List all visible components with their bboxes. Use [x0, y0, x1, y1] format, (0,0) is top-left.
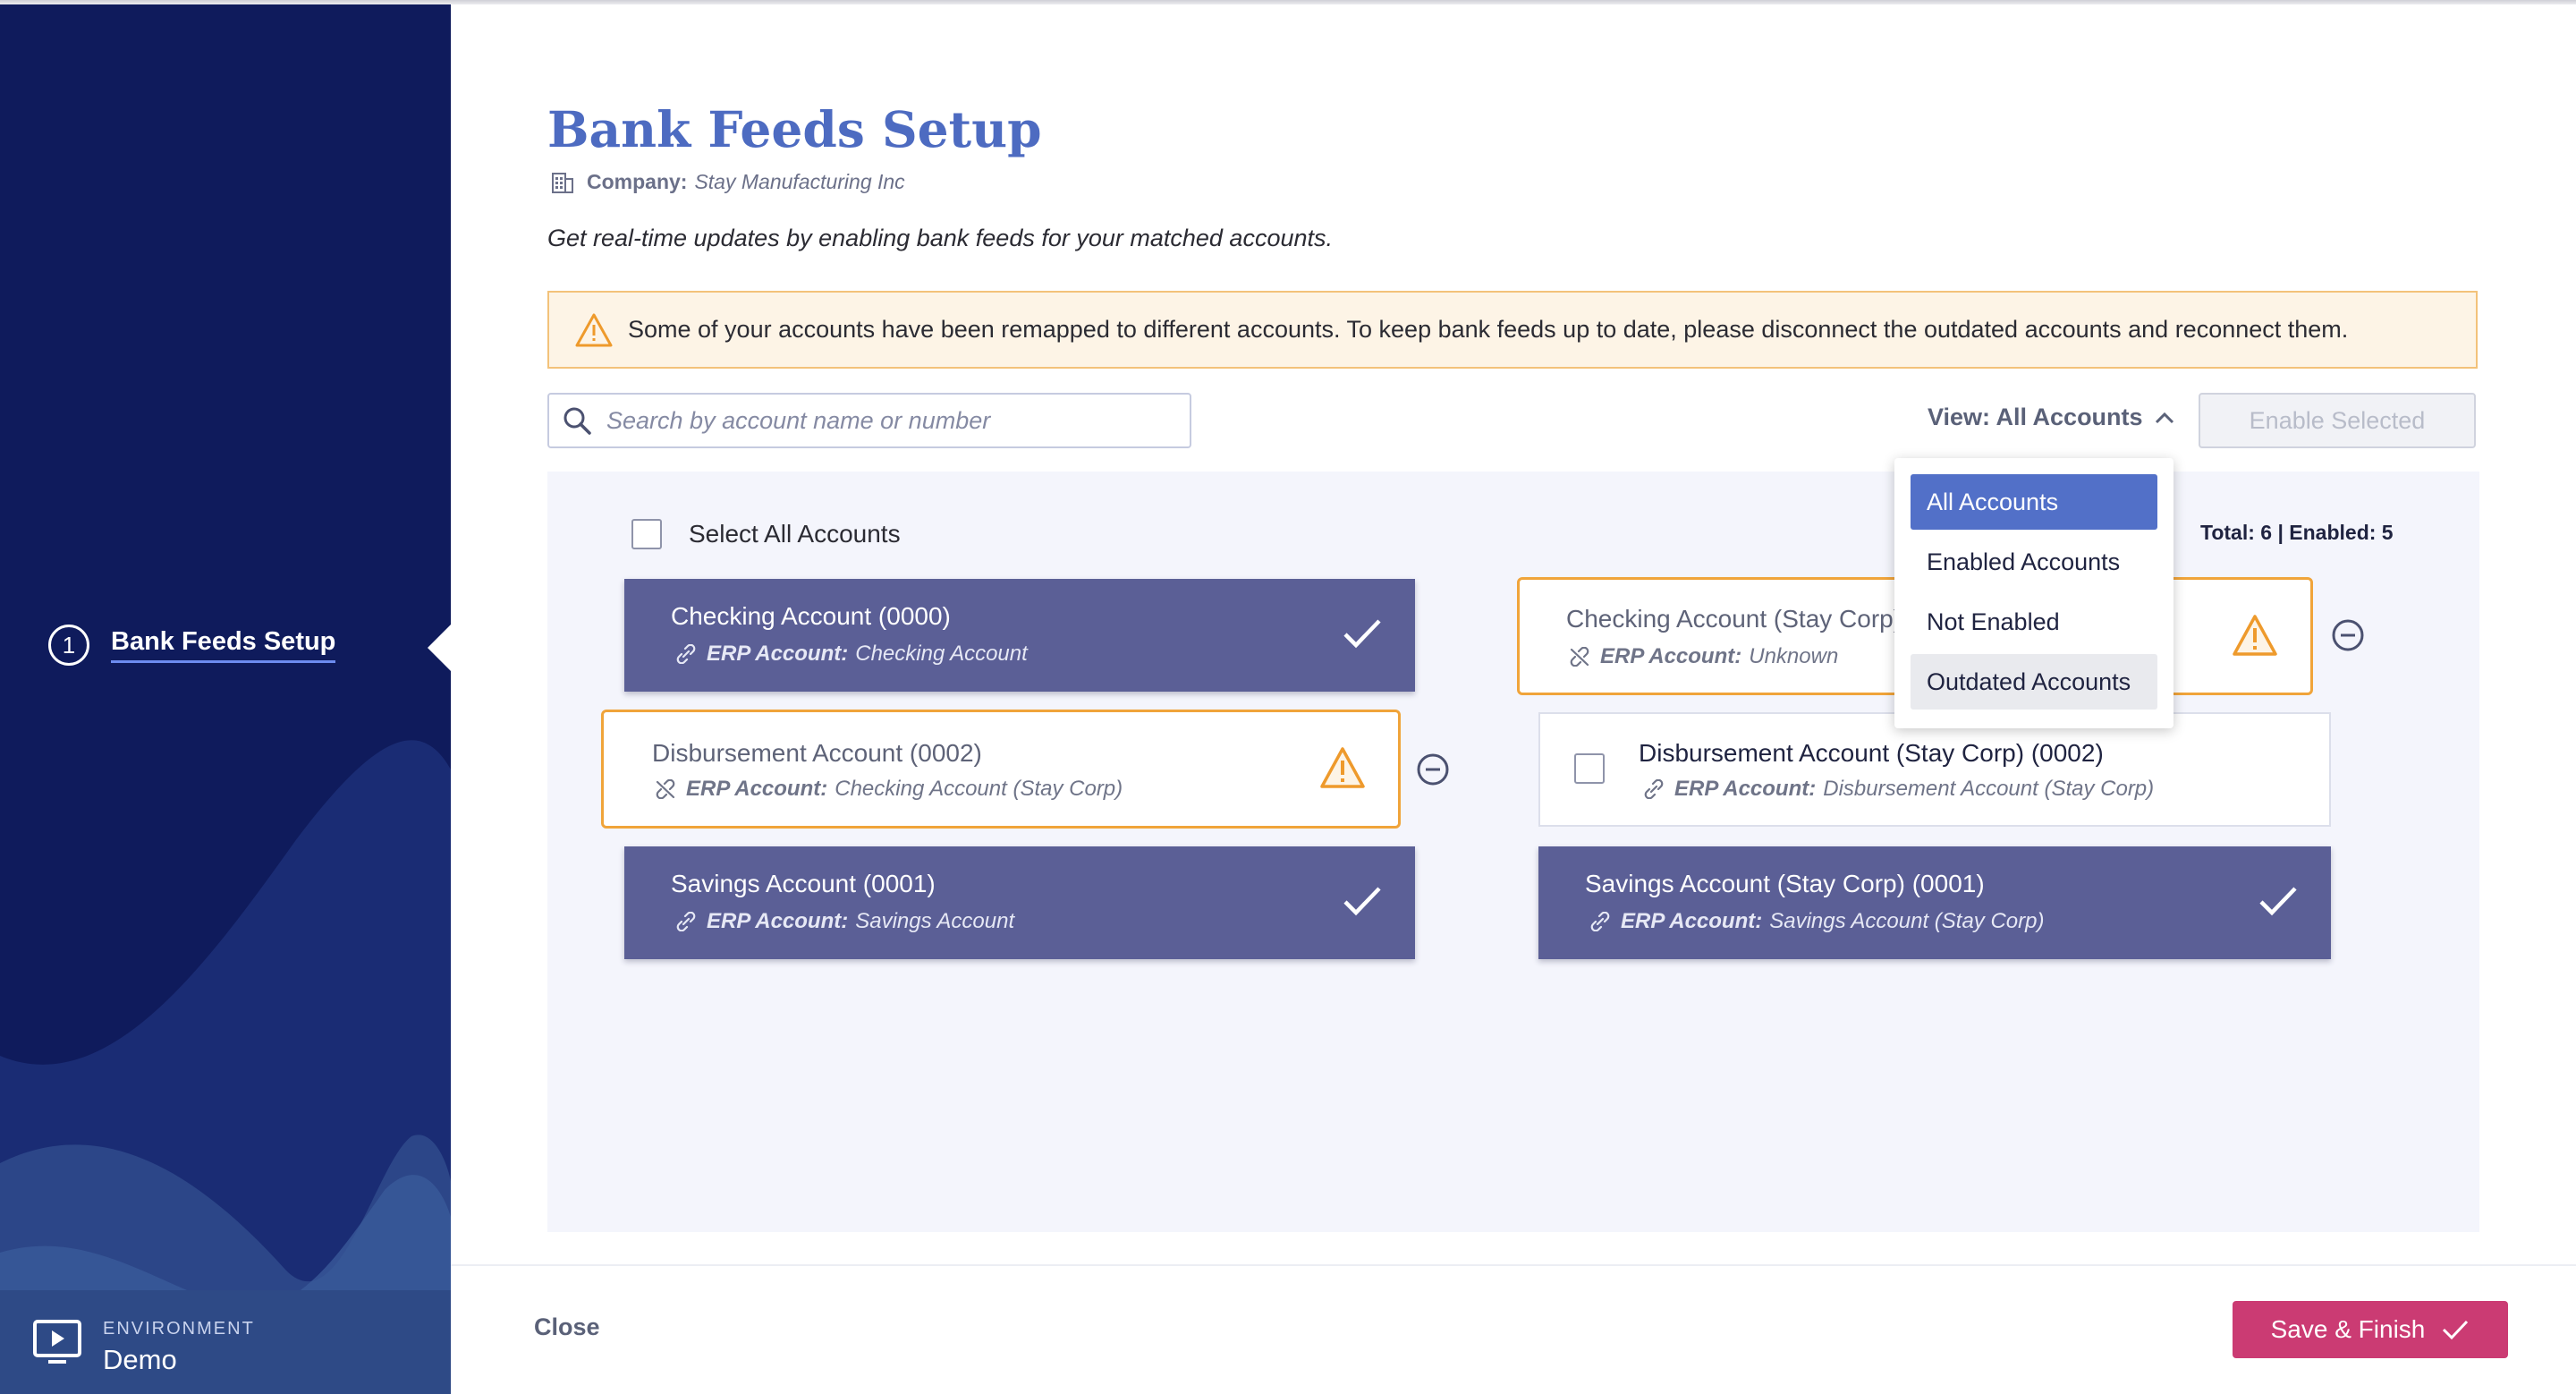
account-name: Disbursement Account (Stay Corp) (0002): [1639, 739, 2104, 767]
warning-triangle-icon: [1320, 747, 1365, 788]
building-icon: [552, 172, 573, 193]
account-card[interactable]: Checking Account (0000) ERP Account: Che…: [624, 579, 1415, 692]
minus-circle-icon[interactable]: [1416, 752, 1450, 786]
save-finish-label: Save & Finish: [2270, 1315, 2426, 1343]
environment-value: Demo: [103, 1344, 177, 1375]
account-card[interactable]: Savings Account (Stay Corp) (0001) ERP A…: [1538, 846, 2331, 959]
close-button[interactable]: Close: [534, 1313, 600, 1341]
erp-value: Savings Account: [855, 909, 1015, 933]
erp-label: ERP Account:: [1621, 909, 1763, 933]
search-input[interactable]: [605, 405, 1163, 436]
account-totals: Total: 6 | Enabled: 5: [2200, 521, 2394, 544]
company-info: Company: Stay Manufacturing Inc: [551, 170, 905, 194]
step-label: Bank Feeds Setup: [111, 627, 336, 663]
link-icon: [676, 912, 696, 931]
select-all-label: Select All Accounts: [689, 520, 901, 548]
erp-value: Checking Account: [855, 642, 1028, 666]
remap-warning-alert: Some of your accounts have been remapped…: [547, 291, 2478, 369]
page-title: Bank Feeds Setup: [547, 100, 1042, 158]
erp-account: ERP Account: Checking Account: [674, 642, 1028, 667]
erp-label: ERP Account:: [707, 909, 849, 933]
dropdown-option-not-enabled[interactable]: Not Enabled: [1911, 594, 2157, 650]
monitor-play-icon: [33, 1320, 81, 1364]
erp-value: Disbursement Account (Stay Corp): [1823, 777, 2155, 801]
alert-text: Some of your accounts have been remapped…: [628, 316, 2349, 343]
erp-label: ERP Account:: [1674, 777, 1817, 801]
erp-account: ERP Account: Disbursement Account (Stay …: [1642, 777, 2154, 802]
step-bank-feeds-setup[interactable]: 1 Bank Feeds Setup: [48, 625, 336, 666]
account-card[interactable]: Savings Account (0001) ERP Account: Savi…: [624, 846, 1415, 959]
chevron-up-icon: [2155, 412, 2174, 423]
erp-account: ERP Account: Savings Account: [674, 909, 1014, 934]
checkmark-icon: [1343, 887, 1381, 916]
company-name: Stay Manufacturing Inc: [694, 170, 905, 193]
page-subtitle: Get real-time updates by enabling bank f…: [547, 225, 1334, 251]
sidebar-wave-decoration: [0, 740, 451, 1394]
erp-value: Savings Account (Stay Corp): [1769, 909, 2045, 933]
account-name: Checking Account (Stay Corp): [1566, 605, 1902, 633]
link-icon: [676, 644, 696, 664]
account-name: Checking Account (0000): [671, 602, 951, 630]
link-icon: [1590, 912, 1610, 931]
dropdown-option-all-accounts[interactable]: All Accounts: [1911, 474, 2157, 530]
checkmark-icon: [2259, 887, 2297, 916]
checkmark-icon: [1343, 619, 1381, 649]
search-box[interactable]: [547, 393, 1191, 448]
erp-account: ERP Account: Savings Account (Stay Corp): [1589, 909, 2044, 934]
view-filter-label: View: All Accounts: [1928, 404, 2143, 430]
account-name: Savings Account (0001): [671, 870, 936, 897]
erp-value: Checking Account (Stay Corp): [835, 777, 1123, 801]
account-checkbox[interactable]: [1574, 753, 1605, 784]
erp-label: ERP Account:: [707, 642, 849, 666]
enable-selected-button[interactable]: Enable Selected: [2199, 393, 2476, 448]
account-card[interactable]: Disbursement Account (0002) ERP Account:…: [601, 710, 1401, 829]
broken-link-icon: [1570, 647, 1589, 667]
top-shadow: [0, 0, 2576, 4]
erp-label: ERP Account:: [1600, 644, 1742, 668]
environment-caption: ENVIRONMENT: [103, 1319, 255, 1339]
account-card[interactable]: Disbursement Account (Stay Corp) (0002) …: [1538, 712, 2331, 827]
company-label: Company:: [587, 170, 688, 193]
step-number: 1: [48, 625, 89, 666]
search-icon: [564, 407, 591, 435]
checkmark-icon: [2443, 1320, 2469, 1340]
sidebar: 1 Bank Feeds Setup ENVIRONMENT Demo: [0, 0, 451, 1394]
dropdown-option-outdated-accounts[interactable]: Outdated Accounts: [1911, 654, 2157, 710]
minus-circle-icon[interactable]: [2331, 618, 2365, 652]
erp-value: Unknown: [1749, 644, 1839, 668]
broken-link-icon: [656, 779, 675, 799]
dropdown-option-enabled-accounts[interactable]: Enabled Accounts: [1911, 534, 2157, 590]
select-all-checkbox[interactable]: [631, 519, 662, 549]
account-name: Disbursement Account (0002): [652, 739, 982, 767]
environment-panel: ENVIRONMENT Demo: [0, 1290, 451, 1394]
footer-divider: [451, 1264, 2576, 1266]
link-icon: [1644, 779, 1664, 799]
active-step-pointer: [428, 625, 451, 671]
erp-account: ERP Account: Unknown: [1568, 644, 1838, 669]
erp-account: ERP Account: Checking Account (Stay Corp…: [654, 777, 1123, 802]
select-all-row[interactable]: Select All Accounts: [631, 519, 901, 549]
view-filter-toggle[interactable]: View: All Accounts: [1928, 404, 2175, 431]
warning-triangle-icon: [575, 313, 613, 346]
view-filter-dropdown: All Accounts Enabled Accounts Not Enable…: [1894, 458, 2174, 728]
erp-label: ERP Account:: [686, 777, 828, 801]
warning-triangle-icon: [2233, 615, 2277, 656]
save-finish-button[interactable]: Save & Finish: [2233, 1301, 2508, 1358]
account-name: Savings Account (Stay Corp) (0001): [1585, 870, 1985, 897]
